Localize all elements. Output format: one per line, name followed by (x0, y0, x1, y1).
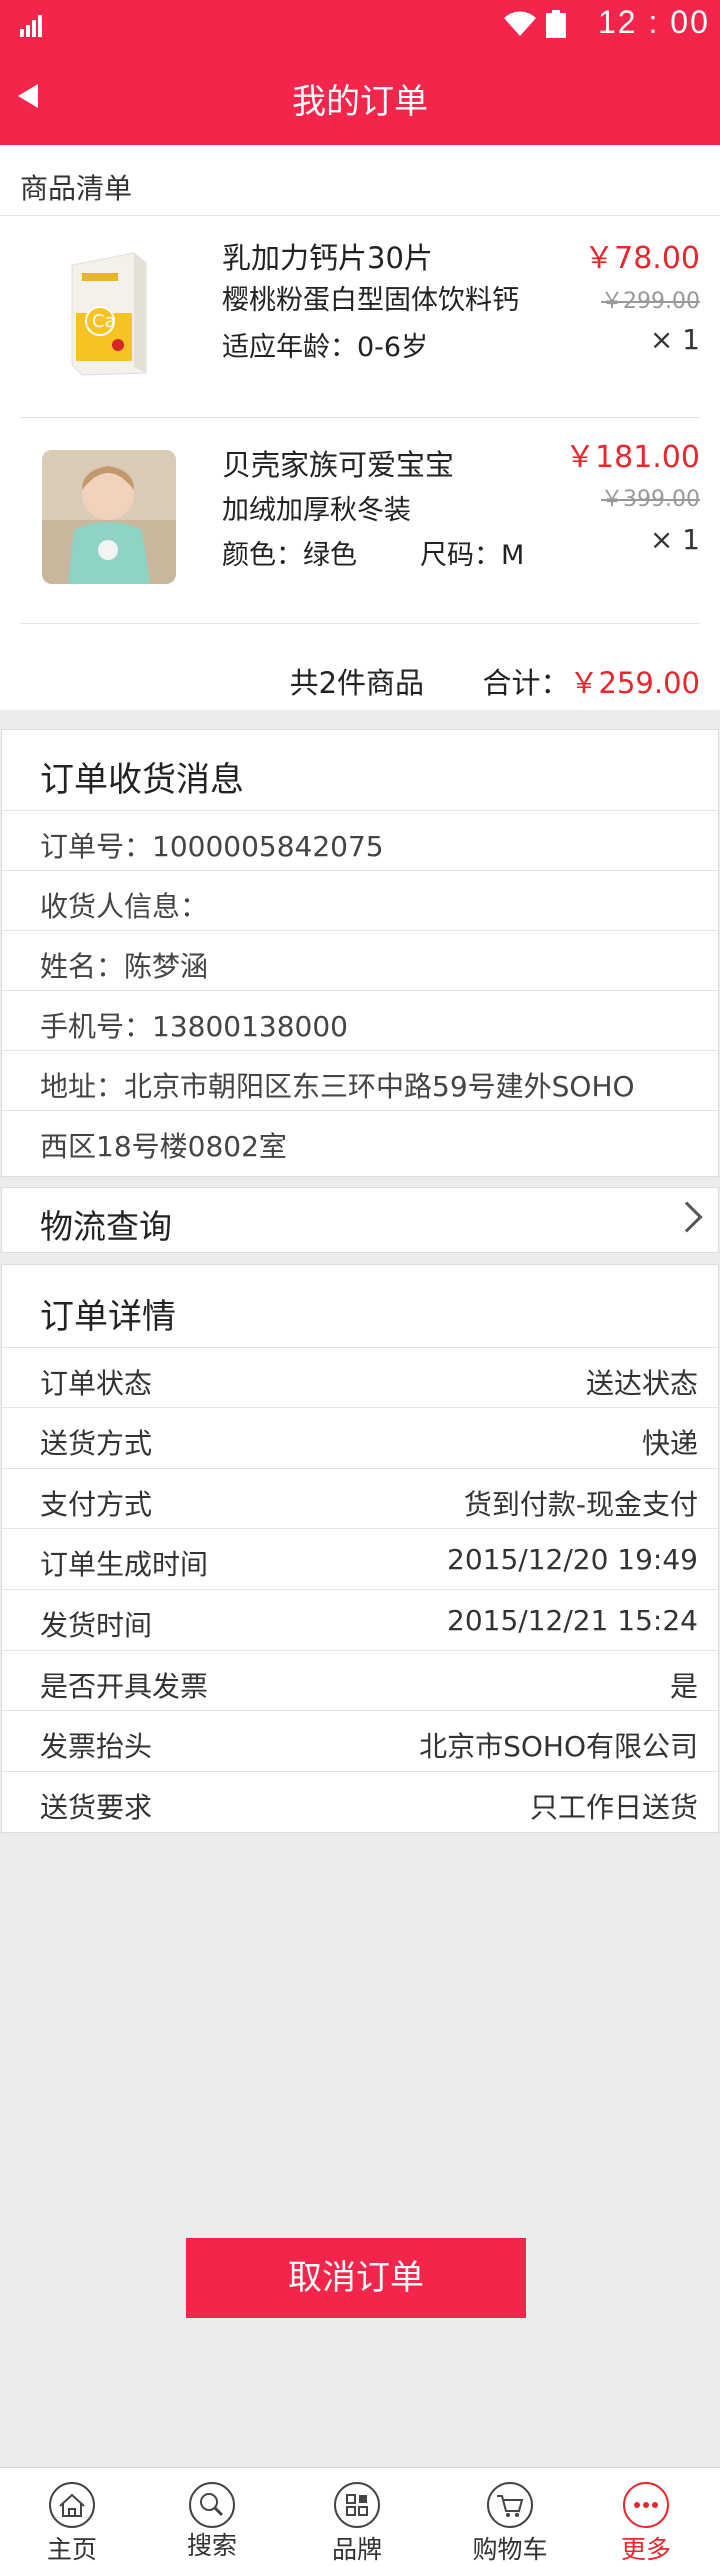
chevron-right-icon (671, 1201, 703, 1233)
product-desc: 加绒加厚秋冬装 (222, 495, 411, 526)
detail-key: 订单生成时间 (40, 1548, 209, 1581)
detail-row-order-status: 订单状态 送达状态 (2, 1347, 718, 1408)
order-detail-card: 订单详情 订单状态 送达状态 送货方式 快递 支付方式 货到付款-现金支付 订单生成时… (1, 1264, 719, 1833)
battery-icon (546, 10, 566, 38)
total-amount: ￥259.00 (569, 666, 700, 700)
tab-cart[interactable]: 购物车 (438, 2468, 582, 2566)
detail-key: 送货方式 (40, 1427, 153, 1460)
product-image-calcium: Ca (42, 243, 176, 377)
detail-value: 2015/12/21 15:24 (447, 1604, 698, 1637)
tab-brand[interactable]: 品牌 (285, 2468, 429, 2566)
tab-label: 更多 (620, 2535, 671, 2564)
bottom-tab-bar: 主页 搜索 品牌 购物车 更多 (0, 2467, 720, 2566)
product-price: ￥181.00 (565, 440, 700, 475)
product-quantity: × 1 (649, 523, 700, 556)
receiver-phone-row: 手机号：13800138000 (2, 990, 718, 1050)
detail-row-invoice-title: 发票抬头 北京市SOHO有限公司 (2, 1710, 718, 1771)
total-label: 合计： (482, 666, 570, 700)
tab-label: 搜索 (186, 2531, 237, 2560)
cancel-order-button[interactable]: 取消订单 (186, 2238, 526, 2318)
wifi-icon (504, 11, 536, 37)
tab-label: 品牌 (331, 2535, 382, 2564)
status-bar: 12 : 00 (0, 0, 720, 50)
receive-info-card: 订单收货消息 订单号：1000005842075 收货人信息： 姓名：陈梦涵 手… (1, 729, 719, 1177)
more-icon (623, 2482, 669, 2528)
product-color: 颜色：绿色 (222, 540, 357, 571)
svg-text:Ca: Ca (92, 311, 116, 332)
goods-list-section: 商品清单 Ca 乳加力钙片30片 樱桃粉蛋白型固体饮料钙 适应年龄：0-6岁 ￥… (0, 145, 720, 710)
clock: 12 : 00 (598, 4, 710, 40)
product-original-price: ￥299.00 (601, 289, 700, 314)
detail-key: 发票抬头 (40, 1730, 153, 1763)
order-number: 订单号：1000005842075 (40, 830, 384, 863)
receiver-address-continued: 西区18号楼0802室 (40, 1130, 287, 1163)
product-size: 尺码：M (420, 540, 525, 571)
receiver-name: 姓名：陈梦涵 (40, 950, 209, 983)
tab-label: 主页 (46, 2535, 97, 2564)
home-icon (49, 2482, 95, 2528)
detail-value: 2015/12/20 19:49 (447, 1543, 698, 1576)
detail-key: 发货时间 (40, 1609, 153, 1642)
divider (20, 623, 700, 624)
product-spec: 适应年龄：0-6岁 (222, 332, 429, 363)
detail-value: 是 (669, 1670, 698, 1703)
logistics-query-row[interactable]: 物流查询 (1, 1187, 719, 1253)
app-header: 12 : 00 我的订单 (0, 0, 720, 145)
receiver-name-row: 姓名：陈梦涵 (2, 930, 718, 990)
address-row: 地址：北京市朝阳区东三环中路59号建外SOHO (2, 1050, 718, 1110)
detail-row-delivery-method: 送货方式 快递 (2, 1407, 718, 1468)
tab-more[interactable]: 更多 (574, 2468, 718, 2566)
product-desc: 樱桃粉蛋白型固体饮料钙 (222, 285, 519, 316)
address-row-continued: 西区18号楼0802室 (2, 1110, 718, 1170)
page-title: 我的订单 (292, 82, 428, 122)
detail-row-created-time: 订单生成时间 2015/12/20 19:49 (2, 1528, 718, 1589)
search-icon (189, 2482, 235, 2528)
receiver-phone: 手机号：13800138000 (40, 1010, 348, 1043)
detail-row-invoice: 是否开具发票 是 (2, 1650, 718, 1711)
tab-search[interactable]: 搜索 (140, 2468, 284, 2566)
tab-home[interactable]: 主页 (0, 2468, 144, 2566)
detail-value: 送达状态 (585, 1367, 698, 1400)
detail-value: 货到付款-现金支付 (463, 1488, 698, 1521)
detail-key: 支付方式 (40, 1488, 153, 1521)
product-price: ￥78.00 (584, 241, 700, 276)
goods-section-title: 商品清单 (20, 172, 133, 205)
detail-key: 送货要求 (40, 1791, 153, 1824)
detail-key: 是否开具发票 (40, 1670, 209, 1703)
brand-grid-icon (334, 2482, 380, 2528)
detail-key: 订单状态 (40, 1367, 153, 1400)
item-count: 共2件商品 (289, 666, 425, 700)
receiver-label-row: 收货人信息： (2, 870, 718, 930)
signal-icon (20, 13, 48, 37)
order-number-row: 订单号：1000005842075 (2, 810, 718, 870)
receiver-address: 地址：北京市朝阳区东三环中路59号建外SOHO (40, 1070, 635, 1103)
cart-icon (487, 2482, 533, 2528)
receive-info-title: 订单收货消息 (40, 760, 244, 800)
detail-row-delivery-requirement: 送货要求 只工作日送货 (2, 1771, 718, 1832)
tab-label: 购物车 (472, 2535, 548, 2564)
detail-value: 只工作日送货 (529, 1791, 698, 1824)
receiver-label: 收货人信息： (40, 890, 209, 923)
order-detail-title: 订单详情 (40, 1297, 176, 1337)
order-summary: 共2件商品 合计：￥259.00 (290, 660, 700, 702)
logistics-label: 物流查询 (40, 1207, 172, 1246)
detail-value: 北京市SOHO有限公司 (419, 1730, 698, 1763)
product-name: 乳加力钙片30片 (222, 241, 433, 275)
product-quantity: × 1 (649, 323, 700, 356)
product-original-price: ￥399.00 (601, 487, 700, 512)
product-image-baby-sweater (42, 450, 176, 584)
detail-row-shipped-time: 发货时间 2015/12/21 15:24 (2, 1589, 718, 1650)
divider (0, 215, 720, 216)
detail-value: 快递 (641, 1427, 698, 1460)
product-name: 贝壳家族可爱宝宝 (222, 448, 455, 482)
divider (20, 417, 700, 418)
detail-row-payment-method: 支付方式 货到付款-现金支付 (2, 1468, 718, 1529)
